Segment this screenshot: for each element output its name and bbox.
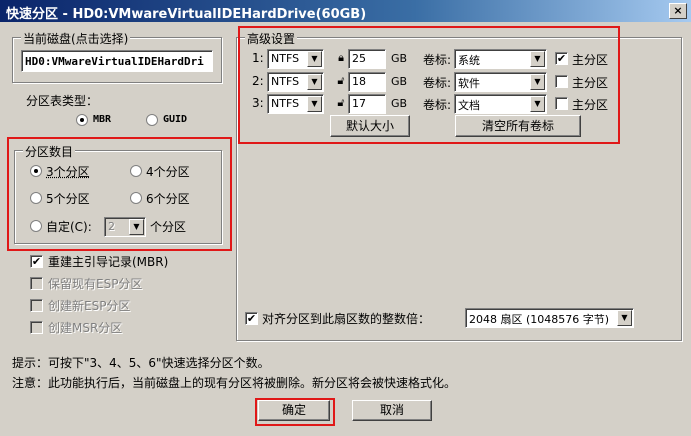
clear-labels-button[interactable]: 清空所有卷标 [455, 115, 581, 137]
row3-number: 3: [252, 96, 264, 110]
radio-mbr[interactable] [76, 114, 88, 126]
row2-number: 2: [252, 74, 264, 88]
row3-size-input[interactable]: 17 [348, 94, 386, 114]
rebuild-mbr-checkbox[interactable]: ✔ [30, 255, 43, 268]
row1-unit: GB [391, 52, 408, 65]
create-msr-label: 创建MSR分区 [48, 321, 123, 335]
cancel-button[interactable]: 取消 [352, 400, 432, 421]
align-label: 对齐分区到此扇区数的整数倍： [262, 312, 431, 326]
align-select[interactable]: 2048 扇区 (1048576 字节) ▼ [465, 308, 634, 328]
row1-size-input[interactable]: 25 [348, 49, 386, 69]
create-esp-checkbox[interactable] [30, 299, 43, 312]
row1-volume-select[interactable]: 系统 ▼ [454, 49, 547, 69]
lock-open-icon[interactable]: 🔓︎ [335, 74, 347, 88]
radio-guid-label: GUID [163, 114, 188, 125]
table-type-label: 分区表类型： [26, 94, 99, 108]
lock-closed-icon[interactable]: 🔒︎ [335, 51, 347, 65]
hint-text: 提示：可按下"3、4、5、6"快速选择分区个数。 [12, 356, 270, 370]
disk-group-label: 当前磁盘(点击选择) [21, 30, 131, 47]
radio-guid[interactable] [146, 114, 158, 126]
row1-number: 1: [252, 51, 264, 65]
keep-esp-label: 保留现有ESP分区 [48, 277, 143, 291]
disk-selector[interactable]: HD0:VMwareVirtualIDEHardDri [21, 50, 213, 72]
custom-count-suffix: 个分区 [150, 220, 187, 234]
radio-5-partitions[interactable] [30, 192, 42, 204]
radio-custom-label: 自定(C): [46, 220, 92, 234]
create-esp-label: 创建新ESP分区 [48, 299, 131, 313]
row1-vol-label: 卷标: [423, 53, 452, 67]
radio-3-partitions-label: 3个分区 [46, 165, 90, 179]
row2-primary-label: 主分区 [572, 76, 609, 90]
radio-5-partitions-label: 5个分区 [46, 192, 90, 206]
chevron-down-icon: ▼ [530, 74, 545, 90]
align-checkbox[interactable]: ✔ [245, 312, 258, 325]
row3-unit: GB [391, 97, 408, 110]
row2-primary-checkbox[interactable] [555, 75, 568, 88]
row2-unit: GB [391, 75, 408, 88]
chevron-down-icon: ▼ [307, 96, 322, 112]
chevron-down-icon: ▼ [307, 74, 322, 90]
row3-volume-select[interactable]: 文档 ▼ [454, 94, 547, 114]
row3-primary-checkbox[interactable] [555, 97, 568, 110]
ok-button[interactable]: 确定 [258, 400, 330, 421]
keep-esp-checkbox[interactable] [30, 277, 43, 290]
row3-fs-select[interactable]: NTFS ▼ [267, 94, 324, 114]
rebuild-mbr-label: 重建主引导记录(MBR) [48, 255, 169, 269]
radio-custom[interactable] [30, 220, 42, 232]
default-size-button[interactable]: 默认大小 [330, 115, 410, 137]
radio-mbr-label: MBR [93, 114, 112, 125]
chevron-down-icon: ▼ [617, 310, 632, 326]
row3-primary-label: 主分区 [572, 98, 609, 112]
disk-group: 当前磁盘(点击选择) HD0:VMwareVirtualIDEHardDri [12, 30, 222, 83]
warning-text: 注意：此功能执行后，当前磁盘上的现有分区将被删除。新分区将会被快速格式化。 [12, 376, 457, 390]
title-bar: 快速分区 - HD0:VMwareVirtualIDEHardDrive(60G… [0, 0, 691, 22]
create-msr-checkbox[interactable] [30, 321, 43, 334]
radio-3-partitions[interactable] [30, 165, 42, 177]
chevron-down-icon: ▼ [530, 51, 545, 67]
row2-volume-select[interactable]: 软件 ▼ [454, 72, 547, 92]
row2-vol-label: 卷标: [423, 76, 452, 90]
row1-primary-label: 主分区 [572, 53, 609, 67]
radio-4-partitions[interactable] [130, 165, 142, 177]
custom-count-select[interactable]: 2 ▼ [104, 217, 146, 237]
window-title: 快速分区 - HD0:VMwareVirtualIDEHardDrive(60G… [6, 7, 367, 22]
row3-vol-label: 卷标: [423, 98, 452, 112]
row2-size-input[interactable]: 18 [348, 72, 386, 92]
chevron-down-icon: ▼ [307, 51, 322, 67]
chevron-down-icon: ▼ [530, 96, 545, 112]
radio-6-partitions-label: 6个分区 [146, 192, 190, 206]
radio-6-partitions[interactable] [130, 192, 142, 204]
row1-fs-select[interactable]: NTFS ▼ [267, 49, 324, 69]
chevron-down-icon: ▼ [129, 219, 144, 235]
close-button[interactable]: × [669, 3, 687, 19]
row2-fs-select[interactable]: NTFS ▼ [267, 72, 324, 92]
partition-count-label: 分区数目 [23, 143, 76, 160]
radio-4-partitions-label: 4个分区 [146, 165, 190, 179]
row1-primary-checkbox[interactable]: ✔ [555, 52, 568, 65]
lock-open-icon[interactable]: 🔓︎ [335, 96, 347, 110]
